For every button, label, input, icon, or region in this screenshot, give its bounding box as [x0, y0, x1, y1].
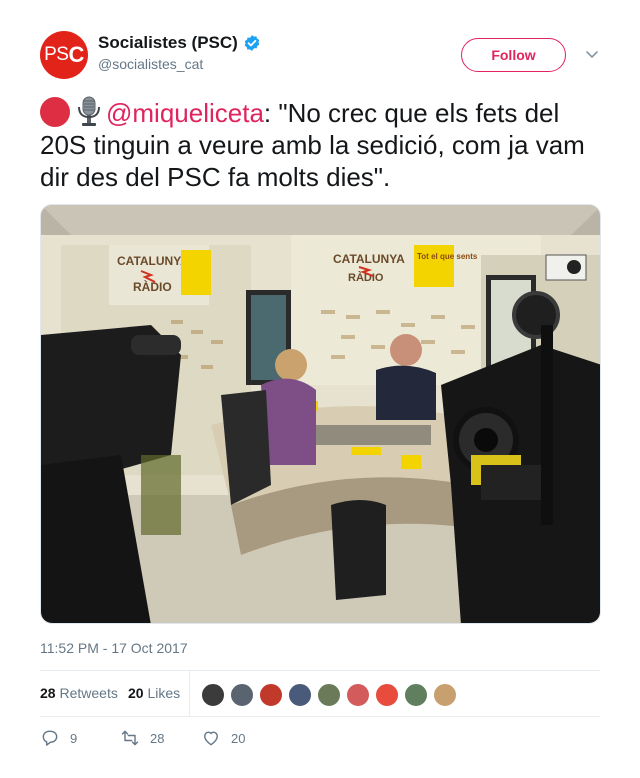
- liker-avatar[interactable]: [288, 683, 312, 707]
- liker-avatars: [201, 683, 457, 707]
- follow-button[interactable]: Follow: [461, 38, 566, 72]
- sign-main-line1: CATALUNYA: [333, 252, 405, 266]
- stats-divider: [189, 671, 190, 717]
- liker-avatar[interactable]: [259, 683, 283, 707]
- verified-badge-icon: [244, 35, 260, 51]
- like-button[interactable]: 20: [201, 728, 245, 748]
- liker-avatar[interactable]: [346, 683, 370, 707]
- tweet-timestamp[interactable]: 11:52 PM - 17 Oct 2017: [40, 640, 188, 656]
- retweet-icon: [121, 730, 139, 746]
- tweet-header: PS C Socialistes (PSC) @socialistes_cat F…: [40, 30, 600, 80]
- reply-icon: [42, 730, 58, 746]
- avatar-logo-ps: PS: [44, 44, 69, 65]
- liker-avatar[interactable]: [230, 683, 254, 707]
- likes-label: Likes: [147, 685, 181, 701]
- liker-avatar[interactable]: [317, 683, 341, 707]
- heart-icon: [204, 731, 218, 746]
- sign-slogan: Tot el que sents: [417, 252, 478, 261]
- studio-photo: CATALUNYA RÀDIO CATALUNYA RÀDIO Tot el q…: [41, 205, 600, 623]
- display-name-row[interactable]: Socialistes (PSC): [98, 33, 261, 53]
- likes-stat[interactable]: 20 Likes: [128, 685, 180, 701]
- tweet-stats: 28 Retweets 20 Likes: [40, 670, 600, 717]
- liker-avatar[interactable]: [433, 683, 457, 707]
- red-circle-icon: [40, 97, 70, 127]
- chevron-down-icon[interactable]: [584, 46, 600, 62]
- retweet-count: 28: [150, 730, 165, 746]
- retweets-count: 28: [40, 685, 56, 701]
- like-count: 20: [231, 730, 246, 746]
- microphone-icon: [78, 96, 100, 126]
- sign-left-line1: CATALUNYA: [117, 254, 189, 268]
- account-handle[interactable]: @socialistes_cat: [98, 56, 261, 72]
- retweet-button[interactable]: 28: [120, 728, 164, 748]
- reply-button[interactable]: 9: [40, 728, 77, 748]
- mention-link[interactable]: @miqueliceta: [106, 98, 264, 128]
- liker-avatar[interactable]: [404, 683, 428, 707]
- avatar-logo-c: C: [68, 42, 84, 67]
- tweet-photo[interactable]: CATALUNYA RÀDIO CATALUNYA RÀDIO Tot el q…: [40, 204, 601, 624]
- likes-count: 20: [128, 685, 144, 701]
- liker-avatar[interactable]: [375, 683, 399, 707]
- reply-count: 9: [70, 730, 78, 746]
- tweet-actions: 9 28 20: [40, 728, 600, 750]
- display-name[interactable]: Socialistes (PSC): [98, 33, 238, 53]
- liker-avatar[interactable]: [201, 683, 225, 707]
- avatar[interactable]: PS C: [40, 31, 88, 79]
- tweet-text: @miqueliceta: "No crec que els fets del …: [40, 96, 610, 193]
- retweets-label: Retweets: [59, 685, 118, 701]
- account-names: Socialistes (PSC) @socialistes_cat: [98, 33, 261, 72]
- retweets-stat[interactable]: 28 Retweets: [40, 685, 118, 701]
